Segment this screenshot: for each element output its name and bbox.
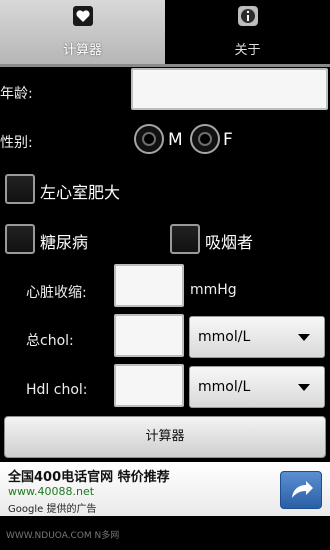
calculate-button[interactable]: 计算器 (4, 416, 326, 458)
total-chol-unit-select[interactable]: mmol/L (189, 316, 325, 358)
chevron-down-icon (298, 334, 310, 341)
diabetes-label: 糖尿病 (40, 233, 89, 252)
total-chol-input[interactable] (114, 314, 184, 357)
tab-bar: 计算器 关于 (0, 0, 330, 64)
lvh-checkbox[interactable] (5, 174, 35, 204)
tab-about-label: 关于 (234, 43, 261, 58)
age-input[interactable] (131, 68, 328, 110)
gender-option-m: M (168, 130, 183, 150)
chevron-down-icon (298, 384, 310, 391)
hdl-chol-unit-select[interactable]: mmol/L (189, 366, 325, 408)
tab-calculator[interactable]: 计算器 (0, 0, 165, 64)
smoker-checkbox[interactable] (170, 224, 200, 254)
tab-divider (0, 64, 330, 67)
systolic-input[interactable] (114, 264, 184, 307)
total-chol-label: 总chol: (26, 333, 74, 349)
lvh-label: 左心室肥大 (40, 183, 121, 202)
systolic-unit: mmHg (190, 282, 237, 298)
gender-radio-f[interactable] (190, 124, 220, 154)
watermark: WWW.NDUOA.COM N多网 (6, 531, 120, 541)
heart-icon (72, 6, 93, 26)
age-label: 年龄: (0, 86, 33, 102)
tab-about[interactable]: 关于 (165, 0, 330, 64)
ad-credit: Google 提供的广告 (8, 504, 97, 515)
ad-banner[interactable]: 全国400电话官网 特价推荐 www.40088.net Google 提供的广… (0, 462, 330, 516)
arrow-icon (292, 481, 313, 498)
smoker-label: 吸烟者 (205, 233, 254, 252)
diabetes-checkbox[interactable] (5, 224, 35, 254)
hdl-chol-label: Hdl chol: (26, 382, 88, 398)
info-icon (237, 6, 258, 26)
gender-radio-m[interactable] (134, 124, 164, 154)
hdl-chol-unit-value: mmol/L (198, 379, 251, 395)
gender-label: 性别: (0, 135, 33, 151)
hdl-chol-input[interactable] (114, 364, 184, 407)
ad-title: 全国400电话官网 特价推荐 (8, 470, 170, 485)
gender-option-f: F (223, 130, 233, 150)
total-chol-unit-value: mmol/L (198, 329, 251, 345)
ad-open-button[interactable] (280, 471, 322, 509)
ad-url[interactable]: www.40088.net (8, 485, 94, 498)
tab-calculator-label: 计算器 (62, 43, 102, 58)
systolic-label: 心脏收缩: (26, 285, 87, 301)
